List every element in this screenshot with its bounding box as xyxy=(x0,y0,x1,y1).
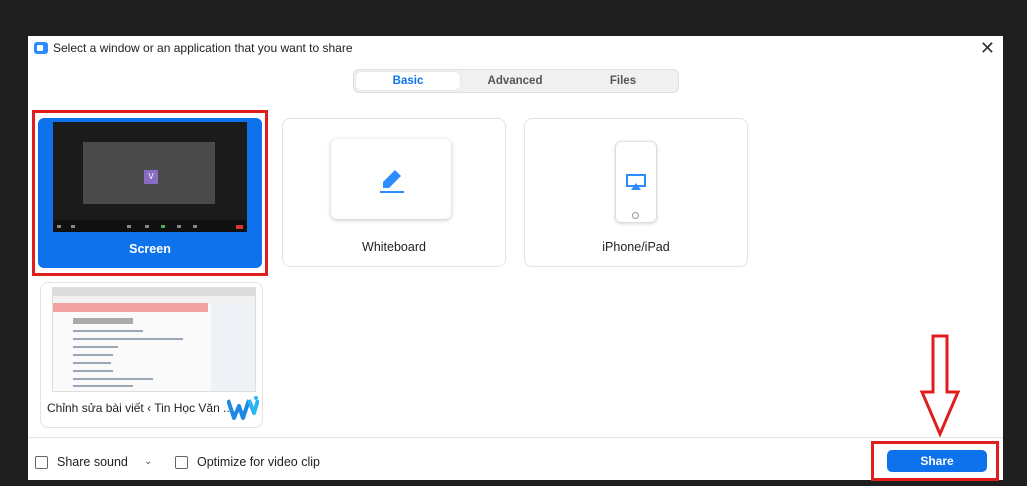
thumbnail-toolbar-icon xyxy=(71,225,75,228)
thumbnail-text-line xyxy=(73,362,111,364)
thumbnail-address-bar xyxy=(53,296,255,303)
optimize-video-label: Optimize for video clip xyxy=(197,455,320,469)
thumbnail-text-line xyxy=(73,338,183,340)
thumbnail-text-line xyxy=(73,370,113,372)
tab-advanced[interactable]: Advanced xyxy=(462,72,568,90)
chevron-down-icon[interactable]: ⌄ xyxy=(144,456,152,467)
w-logo-icon xyxy=(227,396,259,420)
footer-divider xyxy=(28,437,1003,438)
screen-thumbnail: V xyxy=(53,122,247,232)
thumbnail-toolbar-icon xyxy=(145,225,149,228)
tab-files[interactable]: Files xyxy=(570,72,676,90)
down-arrow-annotation-icon xyxy=(920,334,960,437)
thumbnail-tab-strip xyxy=(53,288,255,296)
thumbnail-toolbar-icon xyxy=(127,225,131,228)
thumbnail-toolbar-icon xyxy=(57,225,61,228)
phone-graphic xyxy=(615,141,657,223)
share-button[interactable]: Share xyxy=(887,450,987,472)
screen-label: Screen xyxy=(129,242,171,256)
close-icon[interactable]: ✕ xyxy=(980,38,995,58)
home-button-icon xyxy=(632,212,639,219)
thumbnail-toolbar-icon xyxy=(193,225,197,228)
screen-tile[interactable]: V Screen xyxy=(38,118,262,268)
thumbnail-sidebar xyxy=(211,303,255,391)
thumbnail-toolbar xyxy=(53,220,247,232)
thumbnail-text-line xyxy=(73,330,143,332)
whiteboard-label: Whiteboard xyxy=(362,240,426,254)
thumbnail-avatar: V xyxy=(144,170,158,184)
thumbnail-share-icon xyxy=(161,225,165,228)
whiteboard-tile[interactable]: Whiteboard xyxy=(282,118,506,267)
dialog-title: Select a window or an application that y… xyxy=(53,41,353,55)
thumbnail-text-line xyxy=(73,378,153,380)
share-screen-dialog: Select a window or an application that y… xyxy=(28,36,1003,481)
thumbnail-end-button xyxy=(236,225,243,229)
browser-window-label: Chỉnh sửa bài viết ‹ Tin Học Văn ... xyxy=(47,401,234,415)
iphone-ipad-tile[interactable]: iPhone/iPad xyxy=(524,118,748,267)
thumbnail-text-line xyxy=(73,385,133,387)
whiteboard-card xyxy=(331,139,451,219)
thumbnail-text-line xyxy=(73,354,113,356)
thumbnail-toolbar-icon xyxy=(177,225,181,228)
iphone-ipad-label: iPhone/iPad xyxy=(602,240,670,254)
title-bar: Select a window or an application that y… xyxy=(28,36,1003,60)
thumbnail-toolbar xyxy=(73,318,133,324)
pen-icon xyxy=(380,170,404,193)
optimize-video-checkbox[interactable] xyxy=(175,456,188,469)
tab-basic[interactable]: Basic xyxy=(356,72,460,90)
tab-bar: Basic Advanced Files xyxy=(353,69,679,93)
thumbnail-text-line xyxy=(73,346,118,348)
browser-window-thumbnail xyxy=(52,287,256,392)
airplay-icon xyxy=(626,174,646,190)
share-sound-checkbox[interactable] xyxy=(35,456,48,469)
zoom-camera-icon xyxy=(34,42,48,54)
share-sound-label: Share sound xyxy=(57,455,128,469)
browser-window-tile[interactable]: Chỉnh sửa bài viết ‹ Tin Học Văn ... xyxy=(40,282,263,428)
thumbnail-banner xyxy=(53,303,208,312)
